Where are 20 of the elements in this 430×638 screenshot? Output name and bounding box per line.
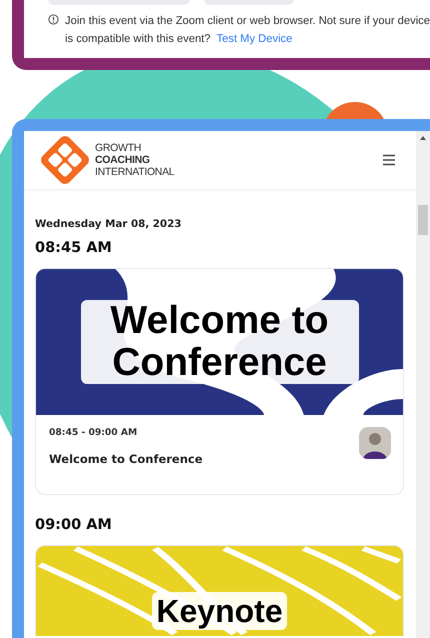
session-card[interactable]: Keynote [35,545,404,636]
test-device-link[interactable]: Test My Device [216,33,292,45]
logo-text: GROWTH [95,142,142,154]
session-card[interactable]: Welcome to Conference 08:45 - 09:00 AM Welcome to Conference [35,268,404,495]
logo-text: INTERNATIONAL [95,166,174,178]
info-icon [48,14,59,25]
scroll-up-icon[interactable] [419,135,427,141]
session-title: Welcome to Conference [49,452,203,466]
banner-title: Keynote [152,592,287,630]
time-heading: 09:00 AM [35,517,113,533]
scrollbar-thumb[interactable] [418,205,428,235]
banner-title: Welcome to Conference [80,300,358,384]
menu-icon[interactable] [382,154,396,166]
time-heading: 08:45 AM [35,240,113,256]
speaker-avatar [359,427,391,459]
scrollbar[interactable] [416,131,430,638]
logo-text: COACHING [95,154,151,166]
date-heading: Wednesday Mar 08, 2023 [35,218,182,230]
session-time: 08:45 - 09:00 AM [49,427,138,438]
join-notice: Join this event via the Zoom client or web browser. Not sure if your device is compatible with this event? Test My Device [65,14,430,47]
